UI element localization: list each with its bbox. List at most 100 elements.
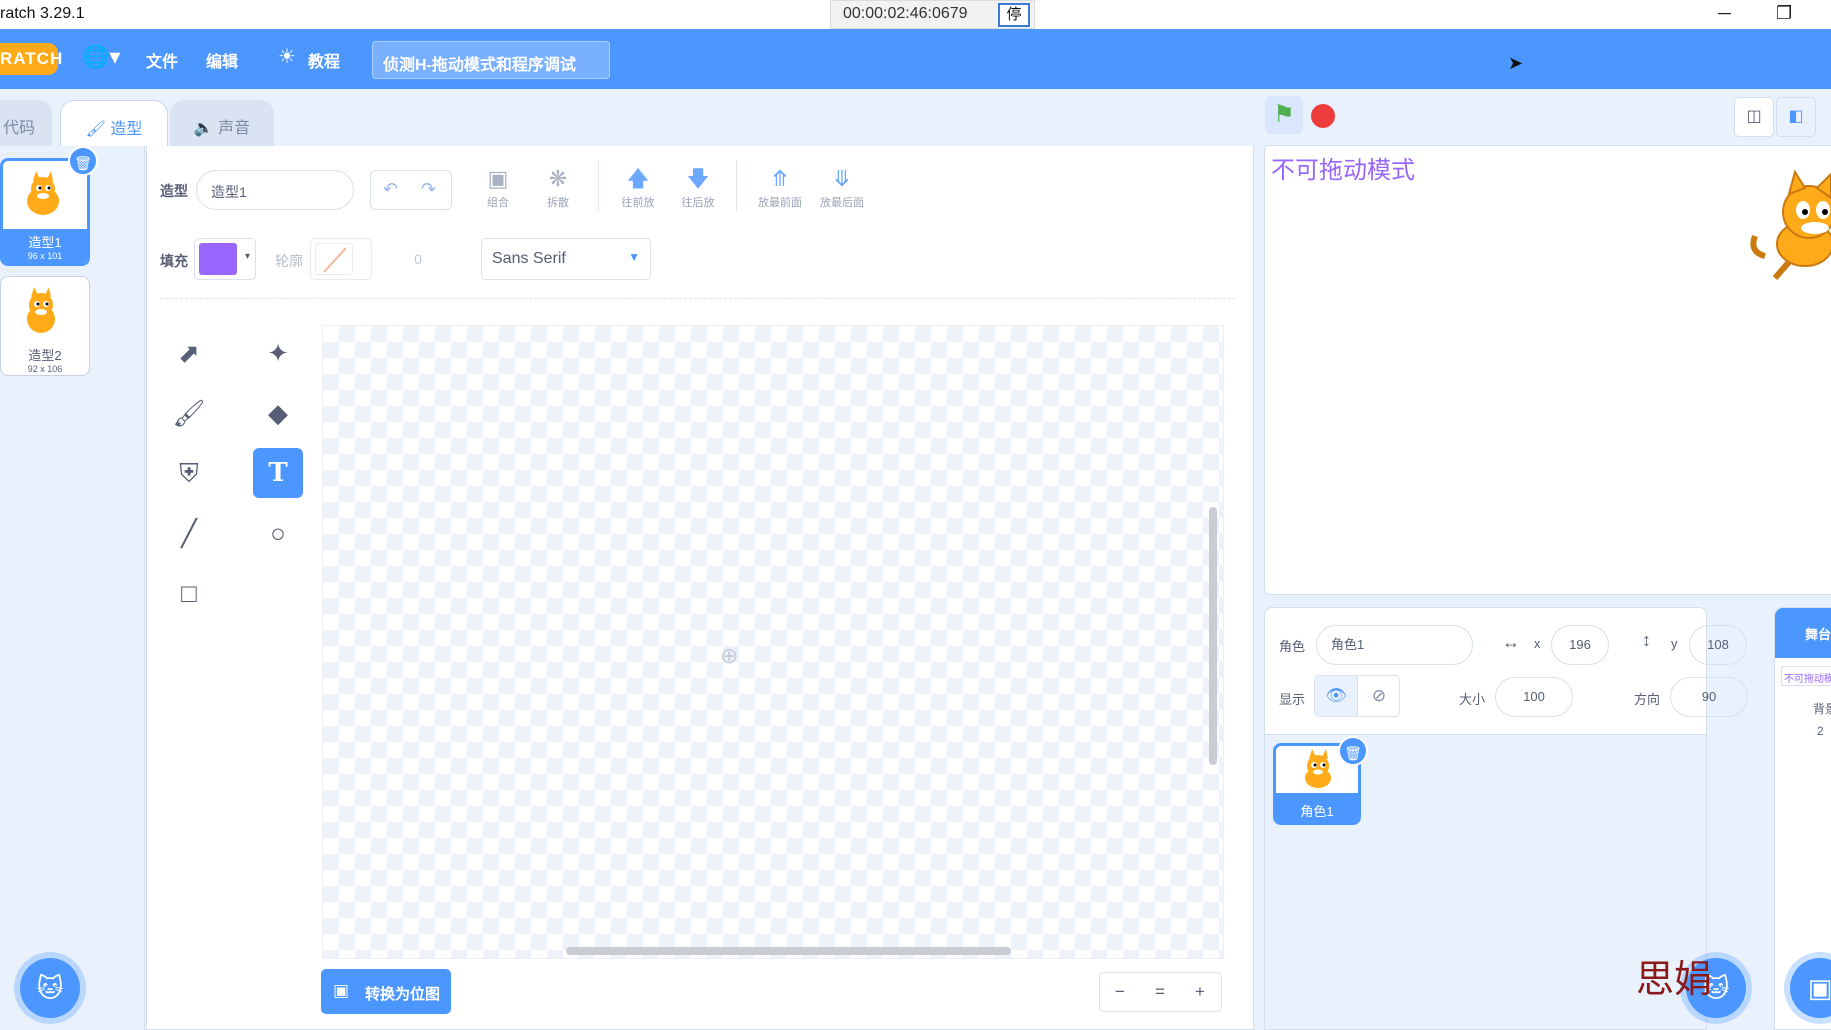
ungroup-button[interactable]: ❋ 拆散 (538, 164, 578, 210)
show-label: 显示 (1279, 692, 1306, 707)
sprite-name-label: 角色 (1279, 639, 1306, 654)
restore-button[interactable]: ❐ (1776, 3, 1792, 24)
stop-icon[interactable] (1311, 104, 1335, 128)
forward-label: 往前放 (621, 197, 655, 209)
brush-icon: 🖌 (172, 398, 206, 428)
group-icon: ▣ (487, 166, 509, 191)
backdrops-label: 背景 (1813, 702, 1831, 716)
back-button[interactable]: ⤋ 放最后面 (812, 164, 872, 210)
green-flag-icon[interactable]: ⚑ (1265, 96, 1303, 134)
group-button[interactable]: ▣ 组合 (478, 164, 518, 210)
outline-label: 轮廓 (275, 253, 303, 269)
choose-costume-button[interactable]: 🐱 (20, 958, 80, 1018)
direction-input[interactable]: 90 (1670, 677, 1748, 717)
chevron-down-icon: ▼ (628, 250, 640, 264)
tab-sounds[interactable]: 🔈 声音 (170, 100, 274, 146)
mouse-cursor-icon: ➤ (1508, 53, 1524, 73)
scratch-logo[interactable]: RATCH (0, 43, 62, 75)
project-title-input[interactable]: 侦测H-拖动模式和程序调试 (372, 41, 610, 79)
vertical-scrollbar[interactable] (1209, 507, 1217, 765)
x-label: x (1534, 636, 1541, 651)
sprite-cat-icon (1750, 169, 1831, 280)
delete-costume-button[interactable]: 🗑 (68, 146, 98, 176)
image-plus-icon: ▣ (1807, 973, 1831, 1003)
line-tool[interactable]: ╱ (164, 508, 214, 558)
convert-to-bitmap-button[interactable]: ▣ 转换为位图 (321, 969, 451, 1014)
convert-label: 转换为位图 (365, 986, 441, 1003)
x-input[interactable]: 196 (1551, 625, 1609, 665)
forward-button[interactable]: 🡅 往前放 (614, 164, 662, 210)
outline-color-picker[interactable] (310, 238, 372, 280)
costume-name-input[interactable]: 造型1 (196, 170, 354, 210)
menu-bar: RATCH 🌐▾ 文件 编辑 ☀ 教程 侦测H-拖动模式和程序调试 (0, 29, 1831, 89)
delete-sprite-button[interactable]: 🗑 (1338, 736, 1368, 766)
paint-canvas[interactable] (322, 325, 1224, 959)
back-label: 放最后面 (820, 197, 864, 209)
zoom-out-icon[interactable]: − (1100, 982, 1140, 1002)
window-title: ratch 3.29.1 (0, 5, 85, 22)
costume-item[interactable]: 造型2 92 x 106 (0, 276, 90, 376)
costume-list: 造型1 96 x 101 🗑 造型2 92 x 106 🐱 (0, 146, 145, 1030)
backward-button[interactable]: 🡇 往后放 (674, 164, 722, 210)
eraser-tool[interactable]: ◆ (253, 388, 303, 438)
select-tool[interactable]: ⬈ (164, 328, 214, 378)
undo-icon[interactable]: ↶ (383, 179, 398, 200)
normal-stage-icon[interactable]: ◧ (1776, 97, 1816, 137)
size-input[interactable]: 100 (1495, 677, 1573, 717)
arrow-pointer-icon: ⬈ (178, 338, 200, 368)
menu-file[interactable]: 文件 (146, 48, 178, 72)
ungroup-icon: ❋ (548, 166, 568, 191)
backdrops-count: 2 (1817, 724, 1824, 738)
circle-tool[interactable]: ○ (253, 508, 303, 558)
brush-icon: 🖌 (85, 121, 111, 138)
zoom-in-icon[interactable]: + (1180, 982, 1220, 1002)
timer-value: 00:00:02:46:0679 (843, 5, 968, 22)
font-select[interactable]: Sans Serif ▼ (481, 238, 651, 280)
outline-color-swatch (315, 243, 353, 275)
minimize-button[interactable]: ─ (1718, 3, 1731, 24)
outline-width-input[interactable]: 0 (392, 238, 444, 280)
reshape-tool[interactable]: ✦ (253, 328, 303, 378)
visibility-toggle: 👁 ⊘ (1314, 675, 1400, 717)
size-label: 大小 (1459, 692, 1486, 707)
zoom-controls: − = + (1099, 972, 1222, 1012)
zoom-reset-icon[interactable]: = (1140, 982, 1180, 1002)
stage-thumbnail: 不可拖动模式 (1781, 666, 1831, 686)
rectangle-icon: □ (181, 578, 197, 608)
image-icon: ▣ (333, 981, 350, 1000)
costume-name: 造型1 (28, 235, 62, 250)
eye-off-icon[interactable]: ⊘ (1358, 676, 1400, 716)
speaker-icon: 🔈 (193, 120, 219, 137)
text-tool[interactable]: T (253, 448, 303, 498)
sprite-name-input[interactable]: 角色1 (1316, 625, 1473, 665)
fill-color-picker[interactable]: ▾ (194, 238, 256, 280)
crosshair-icon: ⊕ (720, 643, 739, 668)
front-button[interactable]: ⤊ 放最前面 (750, 164, 810, 210)
tab-code[interactable]: ▩ 代码 (0, 100, 52, 146)
brush-tool[interactable]: 🖌 (164, 388, 214, 438)
menu-tutorials[interactable]: 教程 (308, 48, 340, 72)
costume-thumbnail (1, 277, 89, 345)
small-stage-icon[interactable]: ◫ (1734, 97, 1774, 137)
circle-icon: ○ (270, 518, 286, 548)
direction-label: 方向 (1634, 692, 1661, 707)
costume-size: 92 x 106 (27, 364, 63, 374)
tab-costumes[interactable]: 🖌 造型 (60, 100, 168, 146)
fill-color-swatch (199, 243, 237, 275)
stage-canvas[interactable]: 不可拖动模式 (1264, 145, 1831, 595)
y-input[interactable]: 108 (1689, 625, 1747, 665)
costume-size: 96 x 101 (27, 251, 63, 261)
timer-stop-button[interactable]: 停 (998, 3, 1030, 27)
rectangle-tool[interactable]: □ (164, 568, 214, 618)
chevron-down-icon: ▾ (244, 251, 250, 262)
redo-icon[interactable]: ↷ (421, 179, 436, 200)
paint-bucket-icon: ⛨ (179, 458, 199, 488)
eye-icon[interactable]: 👁 (1315, 676, 1358, 716)
horizontal-scrollbar[interactable] (566, 947, 1011, 955)
menu-edit[interactable]: 编辑 (206, 48, 238, 72)
fill-tool[interactable]: ⛨ (164, 448, 214, 498)
font-select-value: Sans Serif (492, 250, 566, 267)
globe-icon[interactable]: 🌐▾ (82, 44, 120, 70)
arrow-top-icon: ⤊ (770, 166, 790, 191)
arrow-down-icon: 🡇 (686, 166, 710, 191)
